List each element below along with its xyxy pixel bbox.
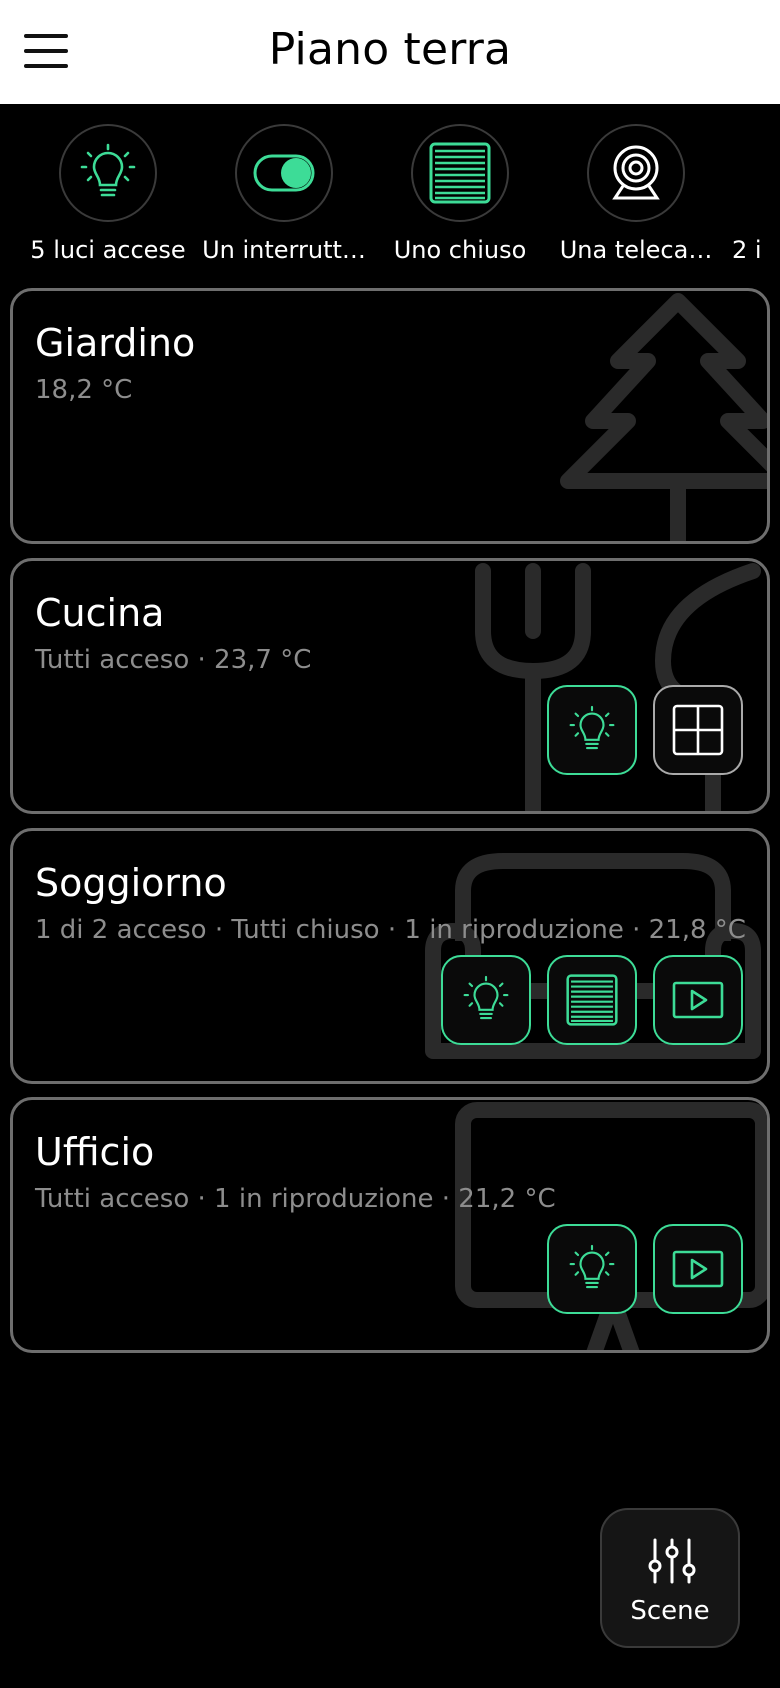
room-actions: [441, 955, 743, 1045]
light-toggle-button[interactable]: [547, 1224, 637, 1314]
summary-covers[interactable]: Uno chiuso: [372, 124, 548, 264]
summary-lights[interactable]: 5 luci accese: [20, 124, 196, 264]
summary-label: Una teleca…: [559, 236, 713, 264]
room-card-giardino[interactable]: Giardino 18,2 °C: [10, 288, 770, 544]
media-player-button[interactable]: [653, 1224, 743, 1314]
light-toggle-button[interactable]: [547, 685, 637, 775]
summary-label: 5 luci accese: [30, 236, 186, 264]
room-card-cucina[interactable]: Cucina Tutti acceso · 23,7 °C: [10, 558, 770, 814]
room-status: Tutti acceso · 23,7 °C: [35, 645, 312, 675]
lightbulb-icon: [463, 975, 509, 1020]
window-button[interactable]: [653, 685, 743, 775]
lightbulb-icon: [569, 1244, 615, 1289]
cover-button[interactable]: [547, 955, 637, 1045]
page-title: Piano terra: [268, 24, 512, 75]
summary-label: 2 i: [732, 236, 762, 264]
media-player-button[interactable]: [653, 955, 743, 1045]
scenes-button[interactable]: Scene: [600, 1508, 740, 1648]
scenes-label: Scene: [630, 1596, 710, 1626]
media-player-icon: [672, 1250, 724, 1288]
top-app-bar: Piano terra: [0, 0, 780, 104]
room-name: Giardino: [35, 321, 196, 365]
blinds-icon: [411, 124, 509, 222]
window-icon: [672, 704, 724, 756]
summary-switches[interactable]: Un interrutt…: [196, 124, 372, 264]
lightbulb-icon: [59, 124, 157, 222]
summary-label: Un interrutt…: [202, 236, 366, 264]
toggle-icon: [235, 124, 333, 222]
tree-icon: [560, 293, 767, 541]
light-toggle-button[interactable]: [441, 955, 531, 1045]
room-actions: [547, 1224, 743, 1314]
summary-label: Uno chiuso: [393, 236, 527, 264]
room-name: Ufficio: [35, 1130, 155, 1174]
media-player-icon: [672, 981, 724, 1019]
summary-strip: 5 luci accese Un interrutt… Uno chiuso U…: [0, 104, 780, 274]
webcam-icon: [587, 124, 685, 222]
room-name: Soggiorno: [35, 861, 227, 905]
room-status: 18,2 °C: [35, 375, 133, 405]
room-card-soggiorno[interactable]: Soggiorno 1 di 2 acceso · Tutti chiuso ·…: [10, 828, 770, 1084]
summary-cameras[interactable]: Una teleca…: [548, 124, 724, 264]
lightbulb-icon: [569, 705, 615, 750]
room-card-ufficio[interactable]: Ufficio Tutti acceso · 1 in riproduzione…: [10, 1097, 770, 1353]
room-status: 1 di 2 acceso · Tutti chiuso · 1 in ripr…: [35, 915, 746, 945]
summary-more[interactable]: 2 i: [700, 124, 780, 264]
room-name: Cucina: [35, 591, 165, 635]
sliders-icon: [648, 1538, 696, 1584]
room-actions: [547, 685, 743, 775]
blinds-icon: [566, 974, 618, 1026]
room-status: Tutti acceso · 1 in riproduzione · 21,2 …: [35, 1184, 556, 1214]
